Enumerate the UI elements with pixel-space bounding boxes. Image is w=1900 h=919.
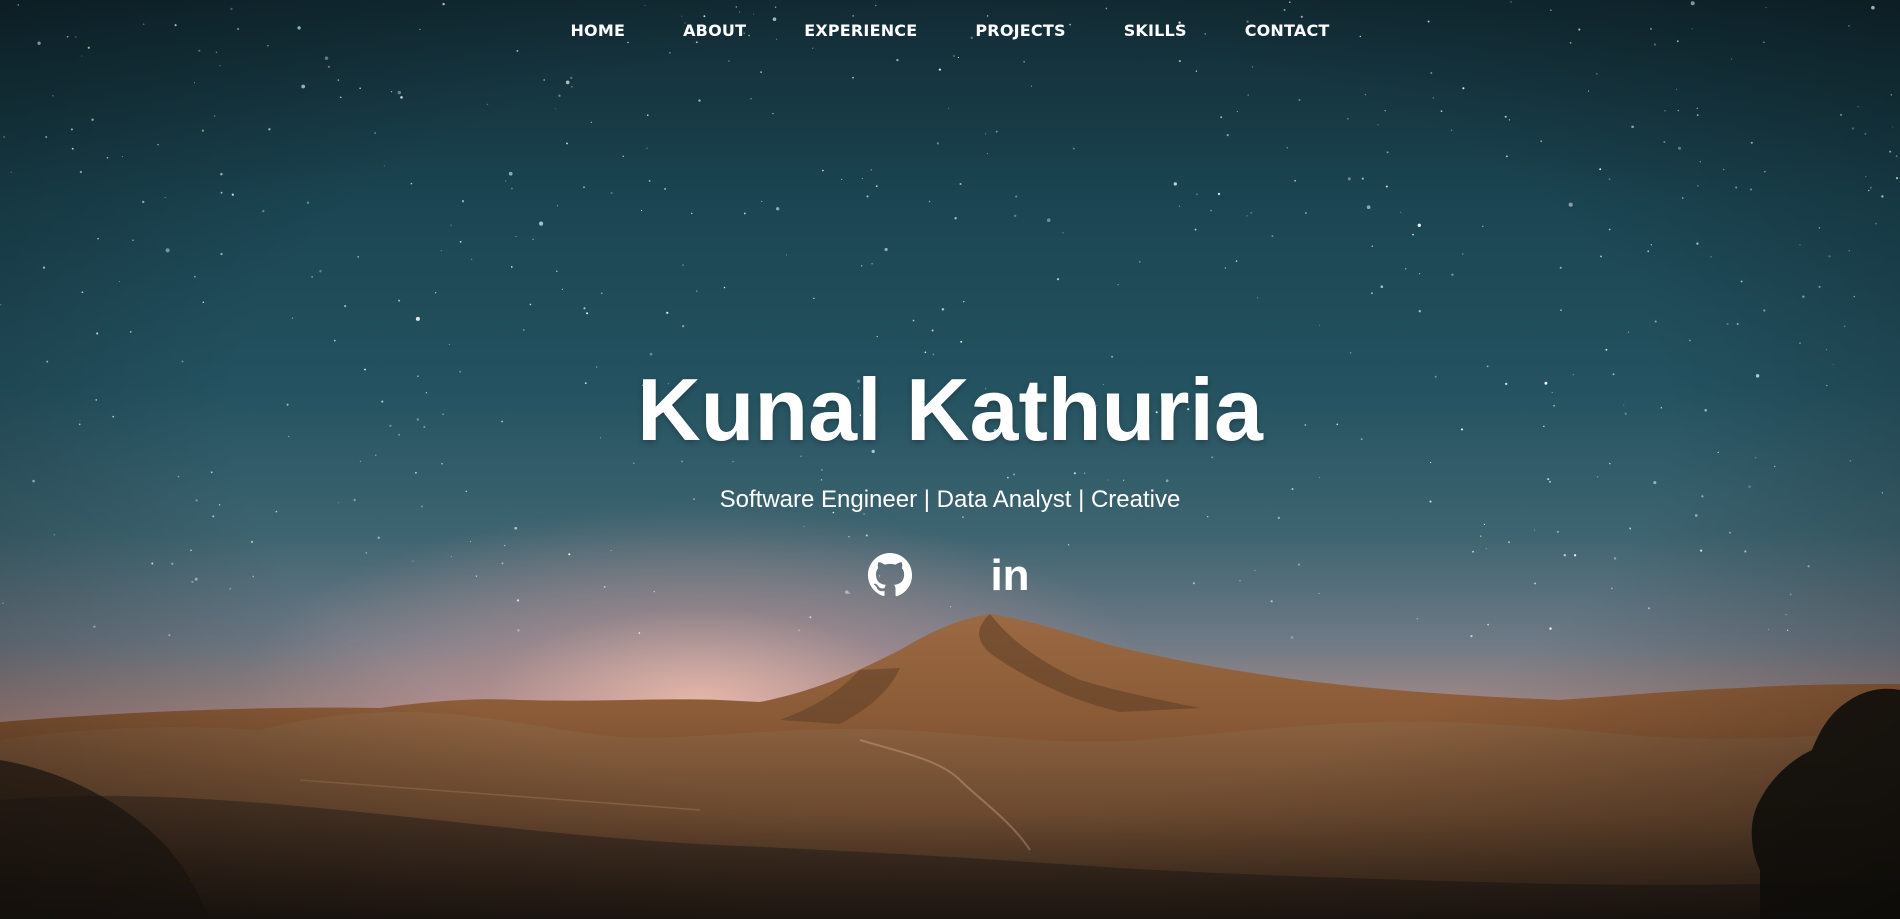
- hero-section: HOME ABOUT EXPERIENCE PROJECTS SKILLS CO…: [0, 0, 1900, 919]
- linkedin-icon: in: [990, 552, 1029, 598]
- top-navigation: HOME ABOUT EXPERIENCE PROJECTS SKILLS CO…: [0, 20, 1900, 42]
- nav-item-skills[interactable]: SKILLS: [1095, 20, 1216, 42]
- nav-item-about[interactable]: ABOUT: [654, 20, 775, 42]
- nav-item-experience[interactable]: EXPERIENCE: [775, 20, 946, 42]
- hero-name: Kunal Kathuria: [637, 360, 1263, 459]
- nav-item-projects[interactable]: PROJECTS: [946, 20, 1094, 42]
- linkedin-link[interactable]: in: [987, 552, 1033, 598]
- github-link[interactable]: [867, 552, 913, 598]
- nav-item-contact[interactable]: CONTACT: [1216, 20, 1359, 42]
- nav-item-home[interactable]: HOME: [541, 20, 654, 42]
- hero-tagline: Software Engineer | Data Analyst | Creat…: [719, 486, 1181, 513]
- github-icon: [867, 552, 913, 597]
- social-links: in: [0, 552, 1900, 598]
- svg-text:in: in: [990, 552, 1029, 598]
